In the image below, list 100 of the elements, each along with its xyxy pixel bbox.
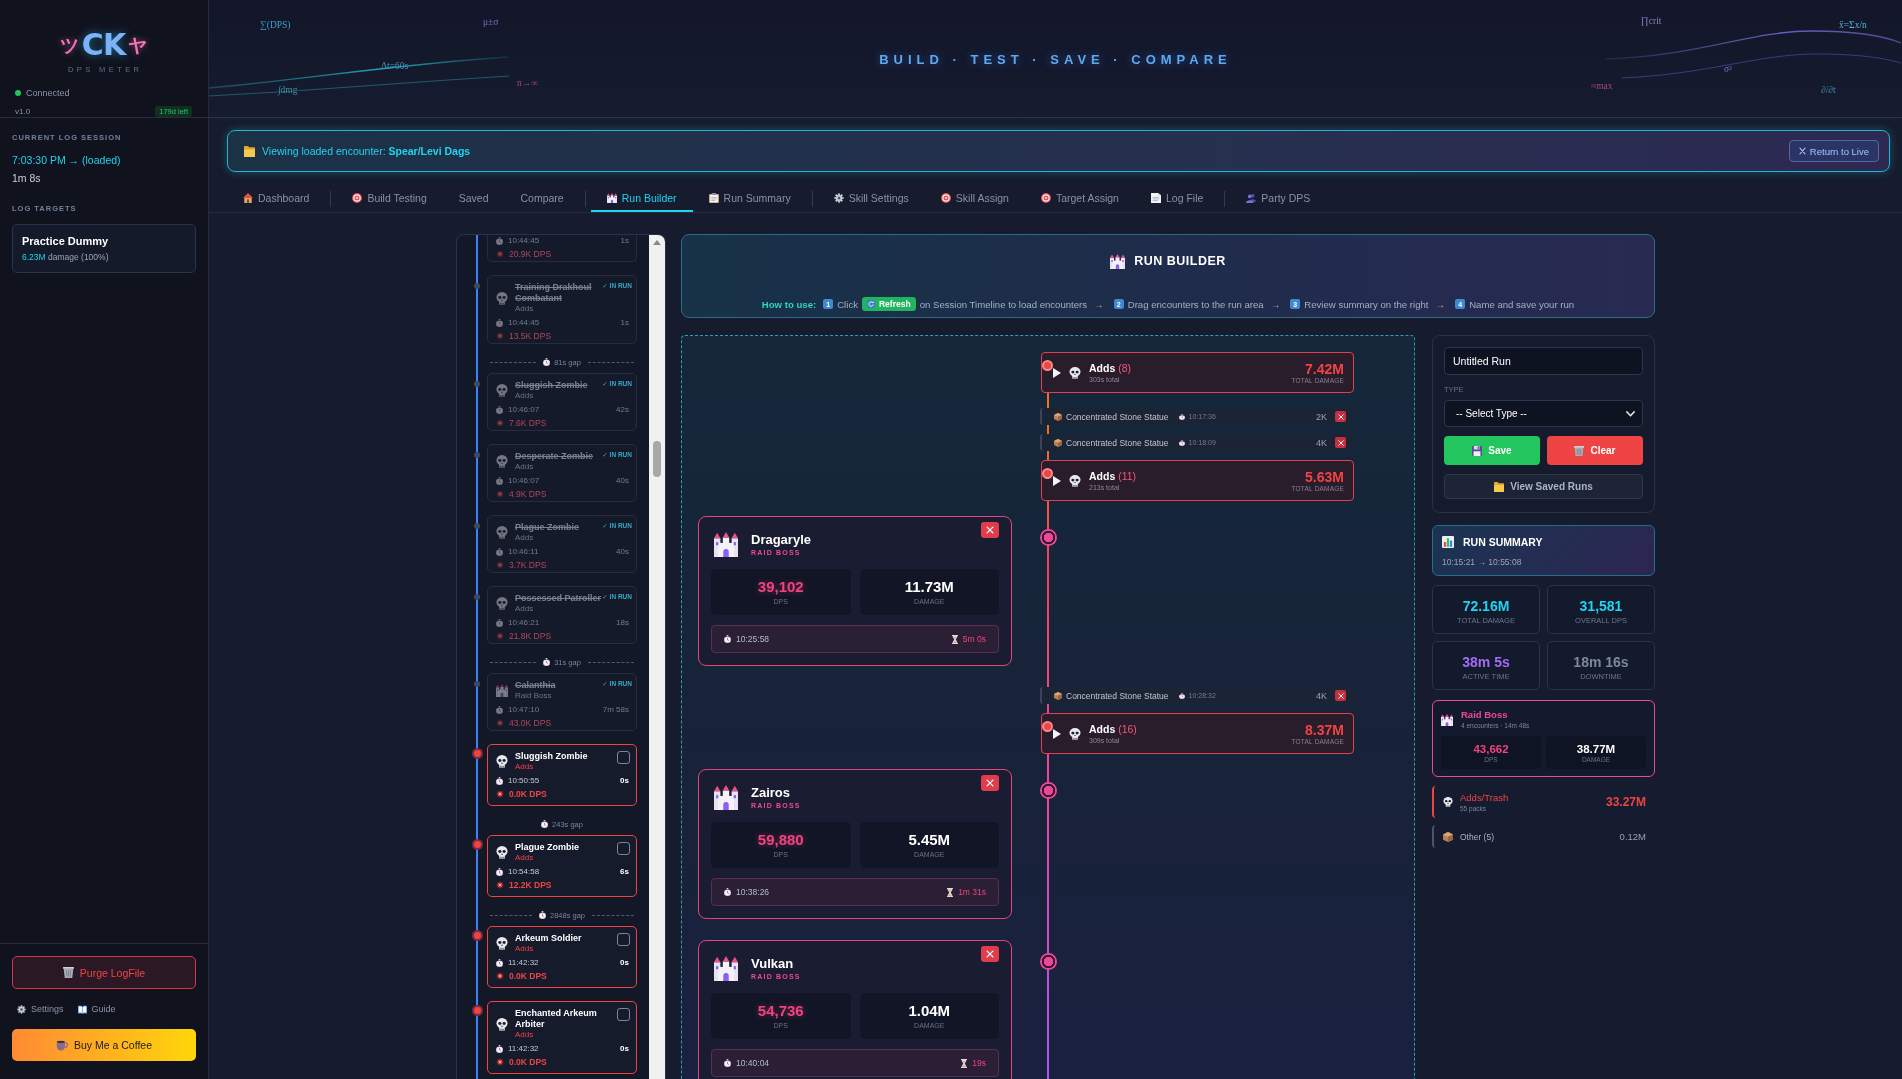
scroll-up-icon[interactable] — [653, 240, 661, 245]
encounter-card[interactable]: 10:44:45 1s 20.9K DPS — [487, 235, 637, 262]
run-name-field[interactable]: Untitled Run — [1444, 347, 1643, 375]
encounter-type: Adds — [515, 944, 535, 954]
encounter-dps: 20.9K DPS — [509, 248, 552, 259]
encounter-time: 10:50:55 — [508, 776, 540, 785]
encounter-duration: 40s — [616, 476, 629, 485]
nav-tab[interactable]: Party DPS — [1230, 185, 1327, 212]
arrow-separator: → — [1094, 298, 1104, 310]
timeline-dot-icon — [474, 523, 480, 529]
boss-duration: 1m 31s — [958, 887, 986, 897]
castle-icon — [606, 192, 617, 203]
boss-dps: 59,880 — [757, 831, 804, 849]
burst-icon — [496, 249, 504, 258]
encounter-time: 11:42:32 — [508, 958, 539, 967]
remove-button[interactable] — [1335, 437, 1346, 448]
play-icon[interactable] — [1053, 367, 1061, 378]
gear-icon — [17, 1004, 26, 1014]
encounter-type: Adds — [515, 604, 535, 614]
scrollbar-thumb[interactable] — [653, 441, 661, 477]
run-drop-area[interactable] — [681, 335, 1415, 1079]
castle-icon — [714, 956, 738, 981]
purge-logfile-button[interactable]: Purge LogFile — [12, 956, 196, 989]
select-checkbox[interactable] — [617, 842, 630, 855]
play-icon[interactable] — [1053, 728, 1061, 739]
encounter-name: Training Drakhoul Combatant — [515, 282, 593, 304]
encounter-type: Adds — [515, 533, 535, 543]
connection-status: Connected — [26, 88, 70, 98]
category-dps: 43,662 — [1473, 741, 1509, 756]
select-checkbox[interactable] — [617, 933, 630, 946]
clock-icon — [724, 1059, 731, 1067]
target-card[interactable]: Practice Dummy 6.23M damage (100%) — [12, 224, 196, 273]
remove-button[interactable] — [981, 775, 999, 791]
gear-icon — [833, 192, 844, 203]
clock-icon — [496, 318, 503, 327]
nav-tab[interactable]: Build Testing — [336, 185, 443, 212]
castle-icon — [496, 684, 508, 697]
stat-value: 31,581 — [1579, 598, 1623, 615]
decorative-formula: n→∞ — [517, 78, 539, 88]
buy-me-a-coffee-button[interactable]: Buy Me a Coffee — [12, 1029, 196, 1061]
encounter-time: 10:46:07 — [508, 476, 540, 485]
burst-icon — [496, 489, 504, 498]
remove-button[interactable] — [981, 522, 999, 538]
view-saved-runs-button[interactable]: View Saved Runs — [1444, 474, 1643, 499]
burst-icon — [496, 560, 504, 569]
play-icon[interactable] — [1053, 475, 1061, 486]
scrollbar[interactable] — [649, 235, 665, 1079]
boss-name: Vulkan — [751, 956, 795, 972]
refresh-icon — [867, 300, 875, 308]
encounter-duration: 40s — [616, 547, 629, 556]
nav-tab[interactable]: Run Summary — [692, 185, 807, 212]
type-select[interactable]: -- Select Type -- — [1444, 400, 1643, 427]
sidebar-link[interactable]: Settings — [17, 1004, 64, 1014]
clock-icon — [724, 888, 731, 896]
close-icon — [1337, 439, 1344, 446]
remove-button[interactable] — [1335, 690, 1346, 701]
encounter-duration: 0s — [620, 958, 629, 967]
step-text: Name and save your run — [1469, 298, 1575, 310]
nav-tab[interactable]: Run Builder — [590, 185, 693, 212]
burst-icon — [496, 418, 504, 427]
remove-button[interactable] — [981, 946, 999, 962]
skull-icon — [496, 937, 508, 950]
encounter-time: 10:46:11 — [508, 547, 539, 556]
timeline-node-icon — [1040, 782, 1057, 799]
select-checkbox[interactable] — [617, 751, 630, 764]
decorative-formula: σ² — [1724, 64, 1732, 74]
boss-name: Dragaryle — [751, 532, 811, 548]
return-to-live-button[interactable]: Return to Live — [1788, 140, 1879, 162]
nav-tab[interactable]: Skill Settings — [817, 185, 925, 212]
skull-icon — [1443, 797, 1453, 807]
boss-damage: 1.04M — [908, 1002, 951, 1020]
target-icon — [940, 192, 951, 203]
skull-icon — [496, 846, 508, 859]
encounter-name: Plague Zombie — [515, 842, 580, 853]
session-time: 7:03:30 PM → (loaded) — [12, 154, 122, 167]
hourglass-icon — [951, 634, 958, 644]
nav-tab[interactable]: Log File — [1134, 185, 1220, 212]
nav-tab[interactable]: Compare — [504, 185, 580, 212]
clock-icon — [496, 1044, 503, 1053]
skull-icon — [496, 1017, 508, 1031]
nav-tab[interactable]: Target Assign — [1024, 185, 1135, 212]
encounter-time: 10:47:10 — [508, 705, 540, 714]
nav-tab[interactable]: Dashboard — [227, 185, 326, 212]
skull-icon — [1069, 727, 1081, 740]
target-icon — [352, 192, 363, 203]
burst-icon — [496, 1057, 504, 1066]
encounter-duration: 1s — [620, 318, 629, 327]
boss-dps: 54,736 — [757, 1002, 804, 1020]
nav-tab[interactable]: Saved — [442, 185, 505, 212]
encounter-type: Adds — [515, 1030, 535, 1040]
select-checkbox[interactable] — [617, 1008, 630, 1021]
nav-tab[interactable]: Skill Assign — [924, 185, 1025, 212]
encounter-time: 10:46:21 — [508, 618, 540, 627]
sidebar-link[interactable]: Guide — [77, 1004, 116, 1014]
cube-icon — [1054, 412, 1062, 421]
castle-icon — [1441, 713, 1453, 726]
clear-button[interactable]: Clear — [1547, 436, 1643, 465]
close-icon — [986, 950, 994, 958]
remove-button[interactable] — [1335, 411, 1346, 422]
timeline-node-icon — [1040, 953, 1057, 970]
